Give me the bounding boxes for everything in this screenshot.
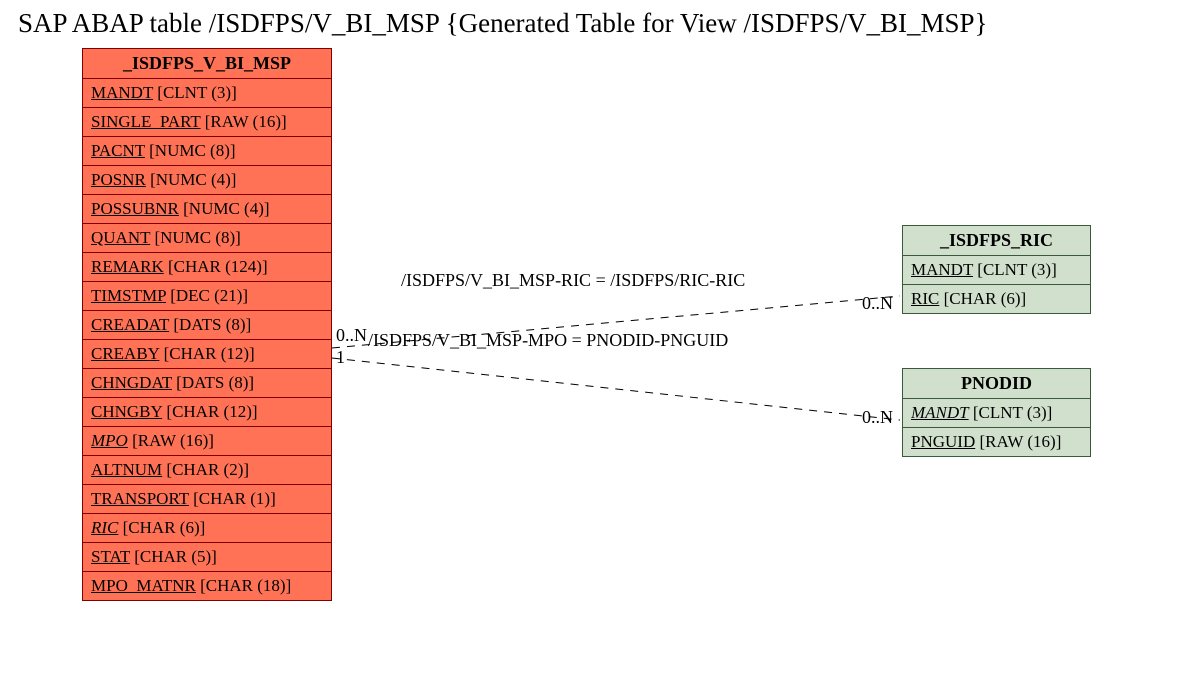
field-name[interactable]: CREADAT <box>91 315 169 334</box>
field-name[interactable]: SINGLE_PART <box>91 112 201 131</box>
field-type: [CHAR (124)] <box>164 257 268 276</box>
field-type: [RAW (16)] <box>201 112 287 131</box>
field-row: MANDT [CLNT (3)] <box>903 399 1090 428</box>
entity-isdfps-ric: _ISDFPS_RIC MANDT [CLNT (3)]RIC [CHAR (6… <box>902 225 1091 314</box>
field-name[interactable]: RIC <box>91 518 118 537</box>
field-name[interactable]: ALTNUM <box>91 460 162 479</box>
field-name[interactable]: TIMSTMP <box>91 286 166 305</box>
field-type: [DEC (21)] <box>166 286 248 305</box>
field-name[interactable]: POSNR <box>91 170 146 189</box>
cardinality-right-ric: 0..N <box>862 293 893 314</box>
field-type: [CHAR (6)] <box>939 289 1026 308</box>
field-row: POSSUBNR [NUMC (4)] <box>83 195 331 224</box>
field-row: SINGLE_PART [RAW (16)] <box>83 108 331 137</box>
field-row: ALTNUM [CHAR (2)] <box>83 456 331 485</box>
field-type: [CLNT (3)] <box>973 260 1057 279</box>
relation-label-mpo: /ISDFPS/V_BI_MSP-MPO = PNODID-PNGUID <box>368 330 728 351</box>
field-row: MANDT [CLNT (3)] <box>903 256 1090 285</box>
field-row: CHNGDAT [DATS (8)] <box>83 369 331 398</box>
field-name[interactable]: MANDT <box>91 83 153 102</box>
field-type: [CHAR (2)] <box>162 460 249 479</box>
field-name[interactable]: RIC <box>911 289 939 308</box>
field-row: MPO [RAW (16)] <box>83 427 331 456</box>
cardinality-left-bottom: 1 <box>336 347 345 368</box>
field-name[interactable]: MANDT <box>911 260 973 279</box>
field-type: [CHAR (12)] <box>162 402 257 421</box>
field-name[interactable]: REMARK <box>91 257 164 276</box>
field-type: [CHAR (5)] <box>130 547 217 566</box>
field-type: [NUMC (8)] <box>145 141 236 160</box>
field-name[interactable]: MPO_MATNR <box>91 576 196 595</box>
field-type: [CHAR (6)] <box>118 518 205 537</box>
cardinality-left-top: 0..N <box>336 325 367 346</box>
field-type: [CLNT (3)] <box>969 403 1053 422</box>
field-type: [DATS (8)] <box>172 373 254 392</box>
page-title: SAP ABAP table /ISDFPS/V_BI_MSP {Generat… <box>18 8 988 39</box>
field-row: STAT [CHAR (5)] <box>83 543 331 572</box>
field-type: [CHAR (18)] <box>196 576 291 595</box>
field-name[interactable]: CHNGBY <box>91 402 162 421</box>
entity-header: PNODID <box>903 369 1090 399</box>
entity-pnodid: PNODID MANDT [CLNT (3)]PNGUID [RAW (16)] <box>902 368 1091 457</box>
field-name[interactable]: CREABY <box>91 344 159 363</box>
field-row: PNGUID [RAW (16)] <box>903 428 1090 456</box>
field-type: [NUMC (4)] <box>179 199 270 218</box>
field-type: [RAW (16)] <box>128 431 214 450</box>
cardinality-right-pnodid: 0..N <box>862 407 893 428</box>
field-type: [CLNT (3)] <box>153 83 237 102</box>
field-name[interactable]: QUANT <box>91 228 150 247</box>
field-name[interactable]: PACNT <box>91 141 145 160</box>
field-row: CREABY [CHAR (12)] <box>83 340 331 369</box>
entity-isdfps-v-bi-msp: _ISDFPS_V_BI_MSP MANDT [CLNT (3)]SINGLE_… <box>82 48 332 601</box>
field-name[interactable]: POSSUBNR <box>91 199 179 218</box>
field-row: RIC [CHAR (6)] <box>903 285 1090 313</box>
field-row: QUANT [NUMC (8)] <box>83 224 331 253</box>
field-name[interactable]: TRANSPORT <box>91 489 189 508</box>
field-name[interactable]: MANDT <box>911 403 969 422</box>
field-name[interactable]: STAT <box>91 547 130 566</box>
field-type: [CHAR (12)] <box>159 344 254 363</box>
field-row: MPO_MATNR [CHAR (18)] <box>83 572 331 600</box>
entity-header: _ISDFPS_V_BI_MSP <box>83 49 331 79</box>
entity-header: _ISDFPS_RIC <box>903 226 1090 256</box>
field-row: CHNGBY [CHAR (12)] <box>83 398 331 427</box>
field-row: TRANSPORT [CHAR (1)] <box>83 485 331 514</box>
field-row: TIMSTMP [DEC (21)] <box>83 282 331 311</box>
field-name[interactable]: PNGUID <box>911 432 975 451</box>
field-type: [NUMC (4)] <box>146 170 237 189</box>
field-type: [DATS (8)] <box>169 315 251 334</box>
field-row: RIC [CHAR (6)] <box>83 514 331 543</box>
field-row: CREADAT [DATS (8)] <box>83 311 331 340</box>
field-row: PACNT [NUMC (8)] <box>83 137 331 166</box>
field-type: [CHAR (1)] <box>189 489 276 508</box>
field-name[interactable]: MPO <box>91 431 128 450</box>
field-row: REMARK [CHAR (124)] <box>83 253 331 282</box>
field-type: [NUMC (8)] <box>150 228 241 247</box>
field-row: MANDT [CLNT (3)] <box>83 79 331 108</box>
relation-label-ric: /ISDFPS/V_BI_MSP-RIC = /ISDFPS/RIC-RIC <box>401 270 745 291</box>
field-row: POSNR [NUMC (4)] <box>83 166 331 195</box>
field-name[interactable]: CHNGDAT <box>91 373 172 392</box>
field-type: [RAW (16)] <box>975 432 1061 451</box>
